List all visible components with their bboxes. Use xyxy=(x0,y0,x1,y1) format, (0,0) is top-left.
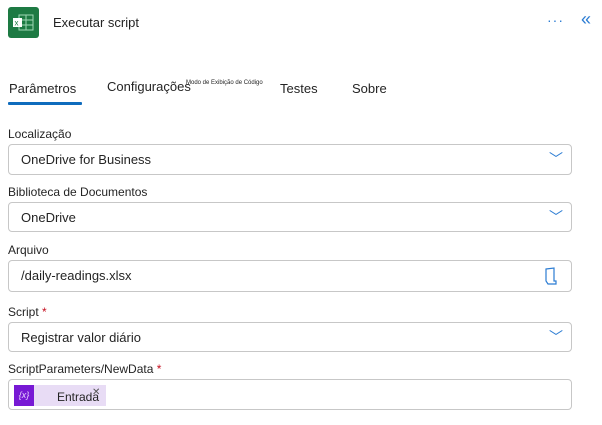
library-label: Biblioteca de Documentos xyxy=(8,185,148,199)
remove-token-icon[interactable]: ✕ xyxy=(92,387,100,398)
svg-text:x: x xyxy=(15,19,19,28)
chevron-down-icon: ﹀ xyxy=(549,209,563,225)
newdata-input[interactable]: {x} Entrada ✕ xyxy=(8,379,572,410)
library-dropdown[interactable]: OneDrive ﹀ xyxy=(8,202,572,232)
action-title: Executar script xyxy=(53,15,139,30)
script-value: Registrar valor diário xyxy=(21,330,141,345)
tab-parametros[interactable]: Parâmetros xyxy=(9,81,76,96)
ellipsis-icon[interactable]: ··· xyxy=(547,12,564,28)
library-value: OneDrive xyxy=(21,210,76,225)
chevron-down-icon: ﹀ xyxy=(549,151,563,167)
active-tab-indicator xyxy=(8,102,82,105)
script-label: Script * xyxy=(8,305,47,319)
code-view-toggle[interactable]: Modo de Exibição de Código xyxy=(186,80,263,86)
script-dropdown[interactable]: Registrar valor diário ﹀ xyxy=(8,322,572,352)
file-input[interactable]: /daily-readings.xlsx xyxy=(8,260,572,292)
location-value: OneDrive for Business xyxy=(21,152,152,167)
file-label: Arquivo xyxy=(8,243,49,257)
dynamic-content-token[interactable]: {x} Entrada ✕ xyxy=(14,385,106,406)
location-label: Localização xyxy=(8,127,72,141)
tab-configuracoes[interactable]: Configurações xyxy=(107,79,191,94)
folder-icon[interactable] xyxy=(545,267,557,288)
tab-sobre[interactable]: Sobre xyxy=(352,81,387,96)
chevron-down-icon: ﹀ xyxy=(549,329,563,345)
excel-icon: x xyxy=(8,7,39,38)
tab-testes[interactable]: Testes xyxy=(280,81,318,96)
variable-icon: {x} xyxy=(14,385,34,406)
double-chevron-left-icon[interactable]: « xyxy=(581,9,591,30)
file-value: /daily-readings.xlsx xyxy=(21,268,132,283)
location-dropdown[interactable]: OneDrive for Business ﹀ xyxy=(8,144,572,175)
newdata-label: ScriptParameters/NewData * xyxy=(8,362,162,376)
